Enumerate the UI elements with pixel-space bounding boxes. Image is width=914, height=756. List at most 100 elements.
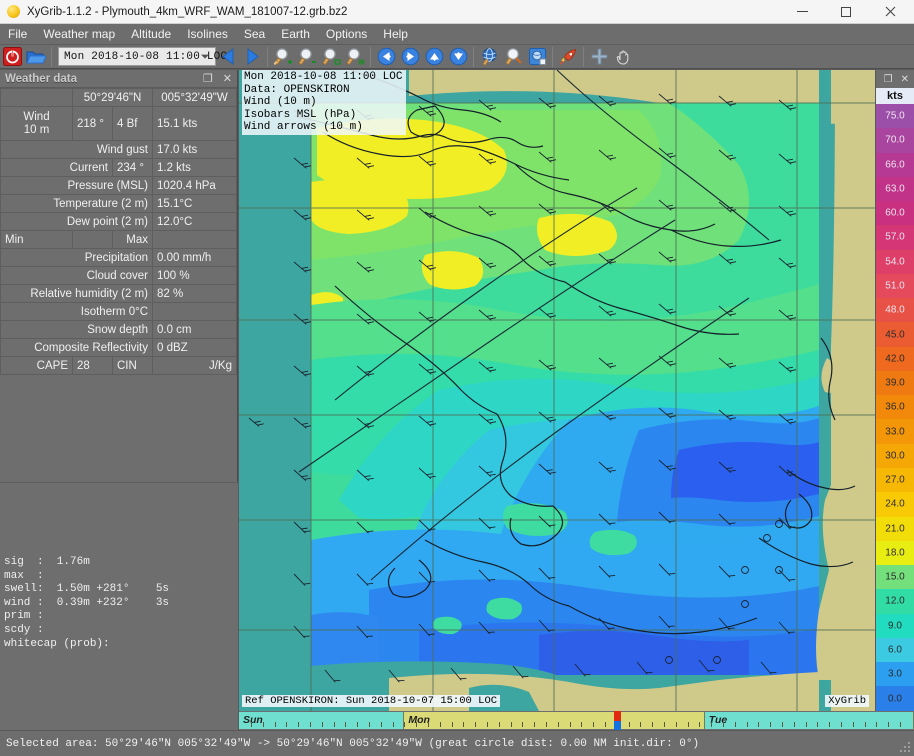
zoom-out-button[interactable] [296,46,318,67]
table-row-temperature: Temperature (2 m) 15.1°C [0,194,237,213]
color-scale-tick: 36.0 [876,395,914,420]
color-scale-tick-label: 63.0 [885,183,905,195]
open-file-button[interactable] [25,46,47,67]
color-scale-tick: 27.0 [876,467,914,493]
pan-down-button[interactable] [447,46,469,67]
cape-label: CAPE [0,356,73,375]
close-button[interactable] [868,0,912,24]
maximize-button[interactable] [824,0,868,24]
table-row-coordinates: 50°29'46"N 005°32'49"W [0,88,237,107]
wind-gust-label: Wind gust [0,140,153,159]
color-scale-float-button[interactable]: ❐ [884,74,893,85]
color-scale-tick-label: 54.0 [885,256,905,268]
color-scale-unit: kts [876,88,914,104]
chevron-down-icon [201,54,209,59]
menu-sea[interactable]: Sea [236,24,273,45]
xygrib-window: XyGrib-1.1.2 - Plymouth_4km_WRF_WAM_1810… [0,0,914,756]
screenshot-button[interactable] [526,46,548,67]
toolbar-separator-5 [552,46,553,67]
color-scale-tick: 48.0 [876,298,914,323]
humidity-label: Relative humidity (2 m) [0,284,153,303]
color-scale-tick: 9.0 [876,613,914,638]
color-scale-tick-label: 42.0 [885,353,905,365]
menu-help[interactable]: Help [375,24,416,45]
zoom-in-icon [273,48,292,65]
weather-panel-float-button[interactable]: ❐ [203,70,213,88]
menu-file[interactable]: File [0,24,35,45]
color-scale-close-button[interactable]: ✕ [901,74,909,85]
hand-tool-button[interactable] [612,46,634,67]
pan-right-button[interactable] [399,46,421,67]
table-row-reflectivity: Composite Reflectivity 0 dBZ [0,338,237,357]
zoom-all-button[interactable] [344,46,366,67]
isotherm-label: Isotherm 0°C [0,302,153,321]
time-slider-track[interactable]: Sun Mon Tue [239,711,914,730]
resize-grip[interactable] [900,742,911,753]
menu-weather-map[interactable]: Weather map [35,24,123,45]
pan-up-button[interactable] [423,46,445,67]
maximize-icon [841,6,851,17]
table-row-pressure: Pressure (MSL) 1020.4 hPa [0,176,237,195]
satellite-button[interactable] [502,46,524,67]
previous-step-button[interactable] [217,46,239,67]
color-scale-tick-label: 9.0 [888,620,902,632]
time-slider-ticks [239,722,914,728]
quit-button[interactable] [1,46,23,67]
snow-depth-label: Snow depth [0,320,153,339]
table-row-cape: CAPE 28 CIN J/Kg [0,356,237,375]
cin-label: CIN [112,356,153,375]
menu-options[interactable]: Options [318,24,375,45]
menu-altitude[interactable]: Altitude [123,24,179,45]
current-speed-value: 1.2 kts [152,158,237,177]
menu-isolines[interactable]: Isolines [179,24,236,45]
color-scale-tick-label: 6.0 [888,644,902,656]
window-titlebar: XyGrib-1.1.2 - Plymouth_4km_WRF_WAM_1810… [0,0,914,24]
pointer-tool-button[interactable] [588,46,610,67]
wind-direction-value: 218 ° [72,106,113,141]
minimize-button[interactable] [780,0,824,24]
map-canvas[interactable]: Mon 2018-10-08 11:00 LOC Data: OPENSKIRO… [239,70,875,711]
color-scale-tick: 42.0 [876,346,914,371]
globe-button[interactable] [478,46,500,67]
current-label: Current [0,158,113,177]
window-controls [780,0,914,24]
color-scale-tick-label: 24.0 [885,498,905,510]
boat-button[interactable] [557,46,579,67]
menu-earth[interactable]: Earth [273,24,318,45]
color-scale-tick-label: 36.0 [885,401,905,413]
color-scale-tick-label: 48.0 [885,304,905,316]
zoom-in-button[interactable] [272,46,294,67]
rocket-icon [559,49,576,65]
table-row-dewpoint: Dew point (2 m) 12.0°C [0,212,237,231]
color-scale-gradient: 75.0 70.0 66.0 63.0 60.0 57.0 54.0 51.0 48.0 45.0… [876,104,914,711]
cape-units: J/Kg [152,356,237,375]
precipitation-value: 0.00 mm/h [152,248,237,267]
time-slider-cursor[interactable] [613,711,621,730]
color-scale-tick-label: 39.0 [885,377,905,389]
color-scale-panel: ❐ ✕ kts 75.0 70.0 66.0 63.0 60.0 57.0 54.0 51.0… [876,70,914,711]
time-slider[interactable]: Sun Mon Tue [239,711,914,730]
zoom-selection-button[interactable] [320,46,342,67]
wind-level-text: 10 m [23,123,50,136]
wind-beaufort-value: 4 Bf [112,106,153,141]
main-toolbar: Mon 2018-10-08 11:00 LOC [0,45,914,69]
weather-panel-close-button[interactable]: ✕ [223,70,232,88]
arrow-right-icon [401,47,419,66]
color-scale-tick: 21.0 [876,516,914,541]
color-scale-tick: 6.0 [876,637,914,663]
toolbar-separator-6 [583,46,584,67]
weather-panel-title: Weather data [5,72,78,85]
pan-left-button[interactable] [375,46,397,67]
min-value [72,230,113,249]
next-step-button[interactable] [241,46,263,67]
close-icon [885,6,895,17]
date-combobox[interactable]: Mon 2018-10-08 11:00 LOC [58,47,227,66]
coord-spacer [0,88,73,107]
wind-gust-value: 17.0 kts [152,140,237,159]
table-row-isotherm: Isotherm 0°C [0,302,237,321]
reflectivity-label: Composite Reflectivity [0,338,153,357]
arrow-left-icon [377,47,395,66]
dewpoint-label: Dew point (2 m) [0,212,153,231]
color-scale-tick-label: 21.0 [885,523,905,535]
table-row-precipitation: Precipitation 0.00 mm/h [0,248,237,267]
